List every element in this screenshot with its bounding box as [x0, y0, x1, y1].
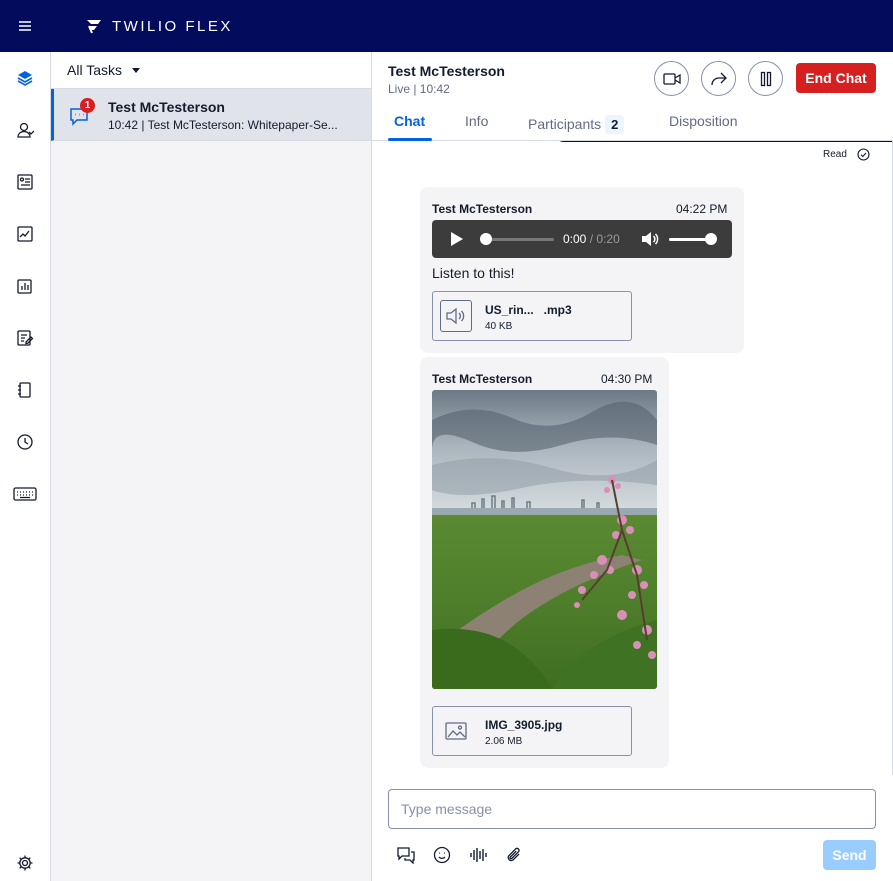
- menu-icon[interactable]: [0, 0, 50, 52]
- volume-icon[interactable]: [641, 231, 659, 247]
- settings-icon[interactable]: [13, 851, 37, 875]
- video-camera-icon: [662, 72, 681, 85]
- task-filter-label: All Tasks: [67, 62, 122, 78]
- message-time: 04:22 PM: [676, 202, 728, 216]
- audio-progress-handle[interactable]: [480, 233, 492, 245]
- history-icon[interactable]: [13, 430, 37, 454]
- attach-file-icon[interactable]: [504, 845, 524, 865]
- check-circle-icon: [857, 148, 870, 161]
- customer-name: Test McTesterson: [388, 63, 505, 79]
- conversation-status: Live | 10:42: [388, 82, 450, 96]
- tab-participants-label: Participants: [528, 116, 602, 132]
- twilio-flex-logo-icon: [87, 20, 101, 34]
- pause-icon: [760, 71, 771, 86]
- message-input[interactable]: [388, 789, 876, 829]
- previous-message-bubble: [554, 141, 892, 142]
- video-call-button[interactable]: [654, 61, 689, 96]
- brand: TWILIO FLEX: [86, 18, 233, 35]
- audio-current-time: 0:00: [563, 232, 587, 246]
- attachment-file-name: IMG_3905.jpg: [485, 718, 563, 732]
- transfer-arrow-icon: [710, 72, 727, 85]
- conversation-header: Test McTesterson Live | 10:42 End Chat C…: [372, 52, 893, 141]
- audio-duration: 0:20: [596, 232, 620, 246]
- message-text: Listen to this!: [432, 265, 515, 281]
- message-bubble: Test McTesterson 04:22 PM 0:00 / 0:20 Li…: [420, 187, 744, 353]
- analytics-icon[interactable]: [13, 222, 37, 246]
- tab-chat[interactable]: Chat: [394, 113, 425, 129]
- emoji-icon[interactable]: [432, 845, 452, 865]
- read-receipt-label: Read: [823, 149, 847, 160]
- message-author: Test McTesterson: [432, 372, 533, 386]
- message-list[interactable]: Read Test McTesterson 04:22 PM 0:00 / 0:…: [372, 141, 893, 775]
- conversation-panel: Test McTesterson Live | 10:42 End Chat C…: [372, 52, 893, 881]
- unread-badge: 1: [80, 98, 95, 113]
- message-author: Test McTesterson: [432, 202, 533, 216]
- dashboards-icon[interactable]: [13, 274, 37, 298]
- keyboard-icon[interactable]: [13, 482, 37, 506]
- message-time: 04:30 PM: [601, 372, 653, 386]
- send-button[interactable]: Send: [823, 840, 876, 870]
- image-attachment-card[interactable]: IMG_3905.jpg 2.06 MB: [432, 706, 632, 756]
- hold-button[interactable]: [748, 61, 783, 96]
- top-bar: TWILIO FLEX: [0, 0, 893, 52]
- task-filter-dropdown[interactable]: All Tasks: [51, 52, 371, 89]
- image-file-icon: [440, 715, 472, 747]
- task-item[interactable]: 1 Test McTesterson 10:42 | Test McTester…: [51, 89, 371, 141]
- participants-count-badge: 2: [605, 115, 625, 134]
- message-composer: Send: [372, 775, 893, 881]
- task-customer-name: Test McTesterson: [108, 99, 225, 115]
- audio-file-icon: [440, 300, 472, 332]
- tab-disposition[interactable]: Disposition: [669, 113, 737, 129]
- questionnaire-icon[interactable]: [13, 326, 37, 350]
- audio-progress-track[interactable]: [484, 238, 554, 241]
- message-bubble: Test McTesterson 04:30 PM IMG_3905.jpg 2…: [420, 357, 669, 768]
- audio-attachment-card[interactable]: US_rin... .mp3 40 KB: [432, 291, 632, 341]
- play-icon[interactable]: [451, 232, 463, 246]
- side-nav: [0, 52, 51, 881]
- caret-down-icon: [131, 67, 140, 73]
- task-list-panel: All Tasks 1 Test McTesterson 10:42 | Tes…: [51, 52, 372, 881]
- agents-icon[interactable]: [13, 118, 37, 142]
- tab-participants[interactable]: Participants 2: [528, 115, 625, 134]
- end-chat-button[interactable]: End Chat: [796, 63, 876, 93]
- attachment-file-size: 40 KB: [485, 321, 513, 332]
- task-summary: 10:42 | Test McTesterson: Whitepaper-Se.…: [108, 118, 338, 132]
- audio-time-display: 0:00 / 0:20: [563, 232, 620, 246]
- image-preview[interactable]: [432, 390, 657, 689]
- attachment-file-name: US_rin... .mp3: [485, 303, 572, 317]
- volume-slider-handle[interactable]: [705, 233, 717, 245]
- layers-icon[interactable]: [13, 66, 37, 90]
- transfer-button[interactable]: [701, 61, 736, 96]
- audio-player: 0:00 / 0:20: [432, 220, 732, 258]
- canned-responses-icon[interactable]: [396, 845, 416, 865]
- queues-icon[interactable]: [13, 170, 37, 194]
- attachment-file-size: 2.06 MB: [485, 736, 523, 747]
- audio-time-separator: /: [589, 232, 594, 246]
- brand-name: TWILIO FLEX: [112, 17, 233, 35]
- directory-icon[interactable]: [13, 378, 37, 402]
- audio-waveform-icon[interactable]: [468, 845, 488, 865]
- tab-info[interactable]: Info: [465, 113, 488, 129]
